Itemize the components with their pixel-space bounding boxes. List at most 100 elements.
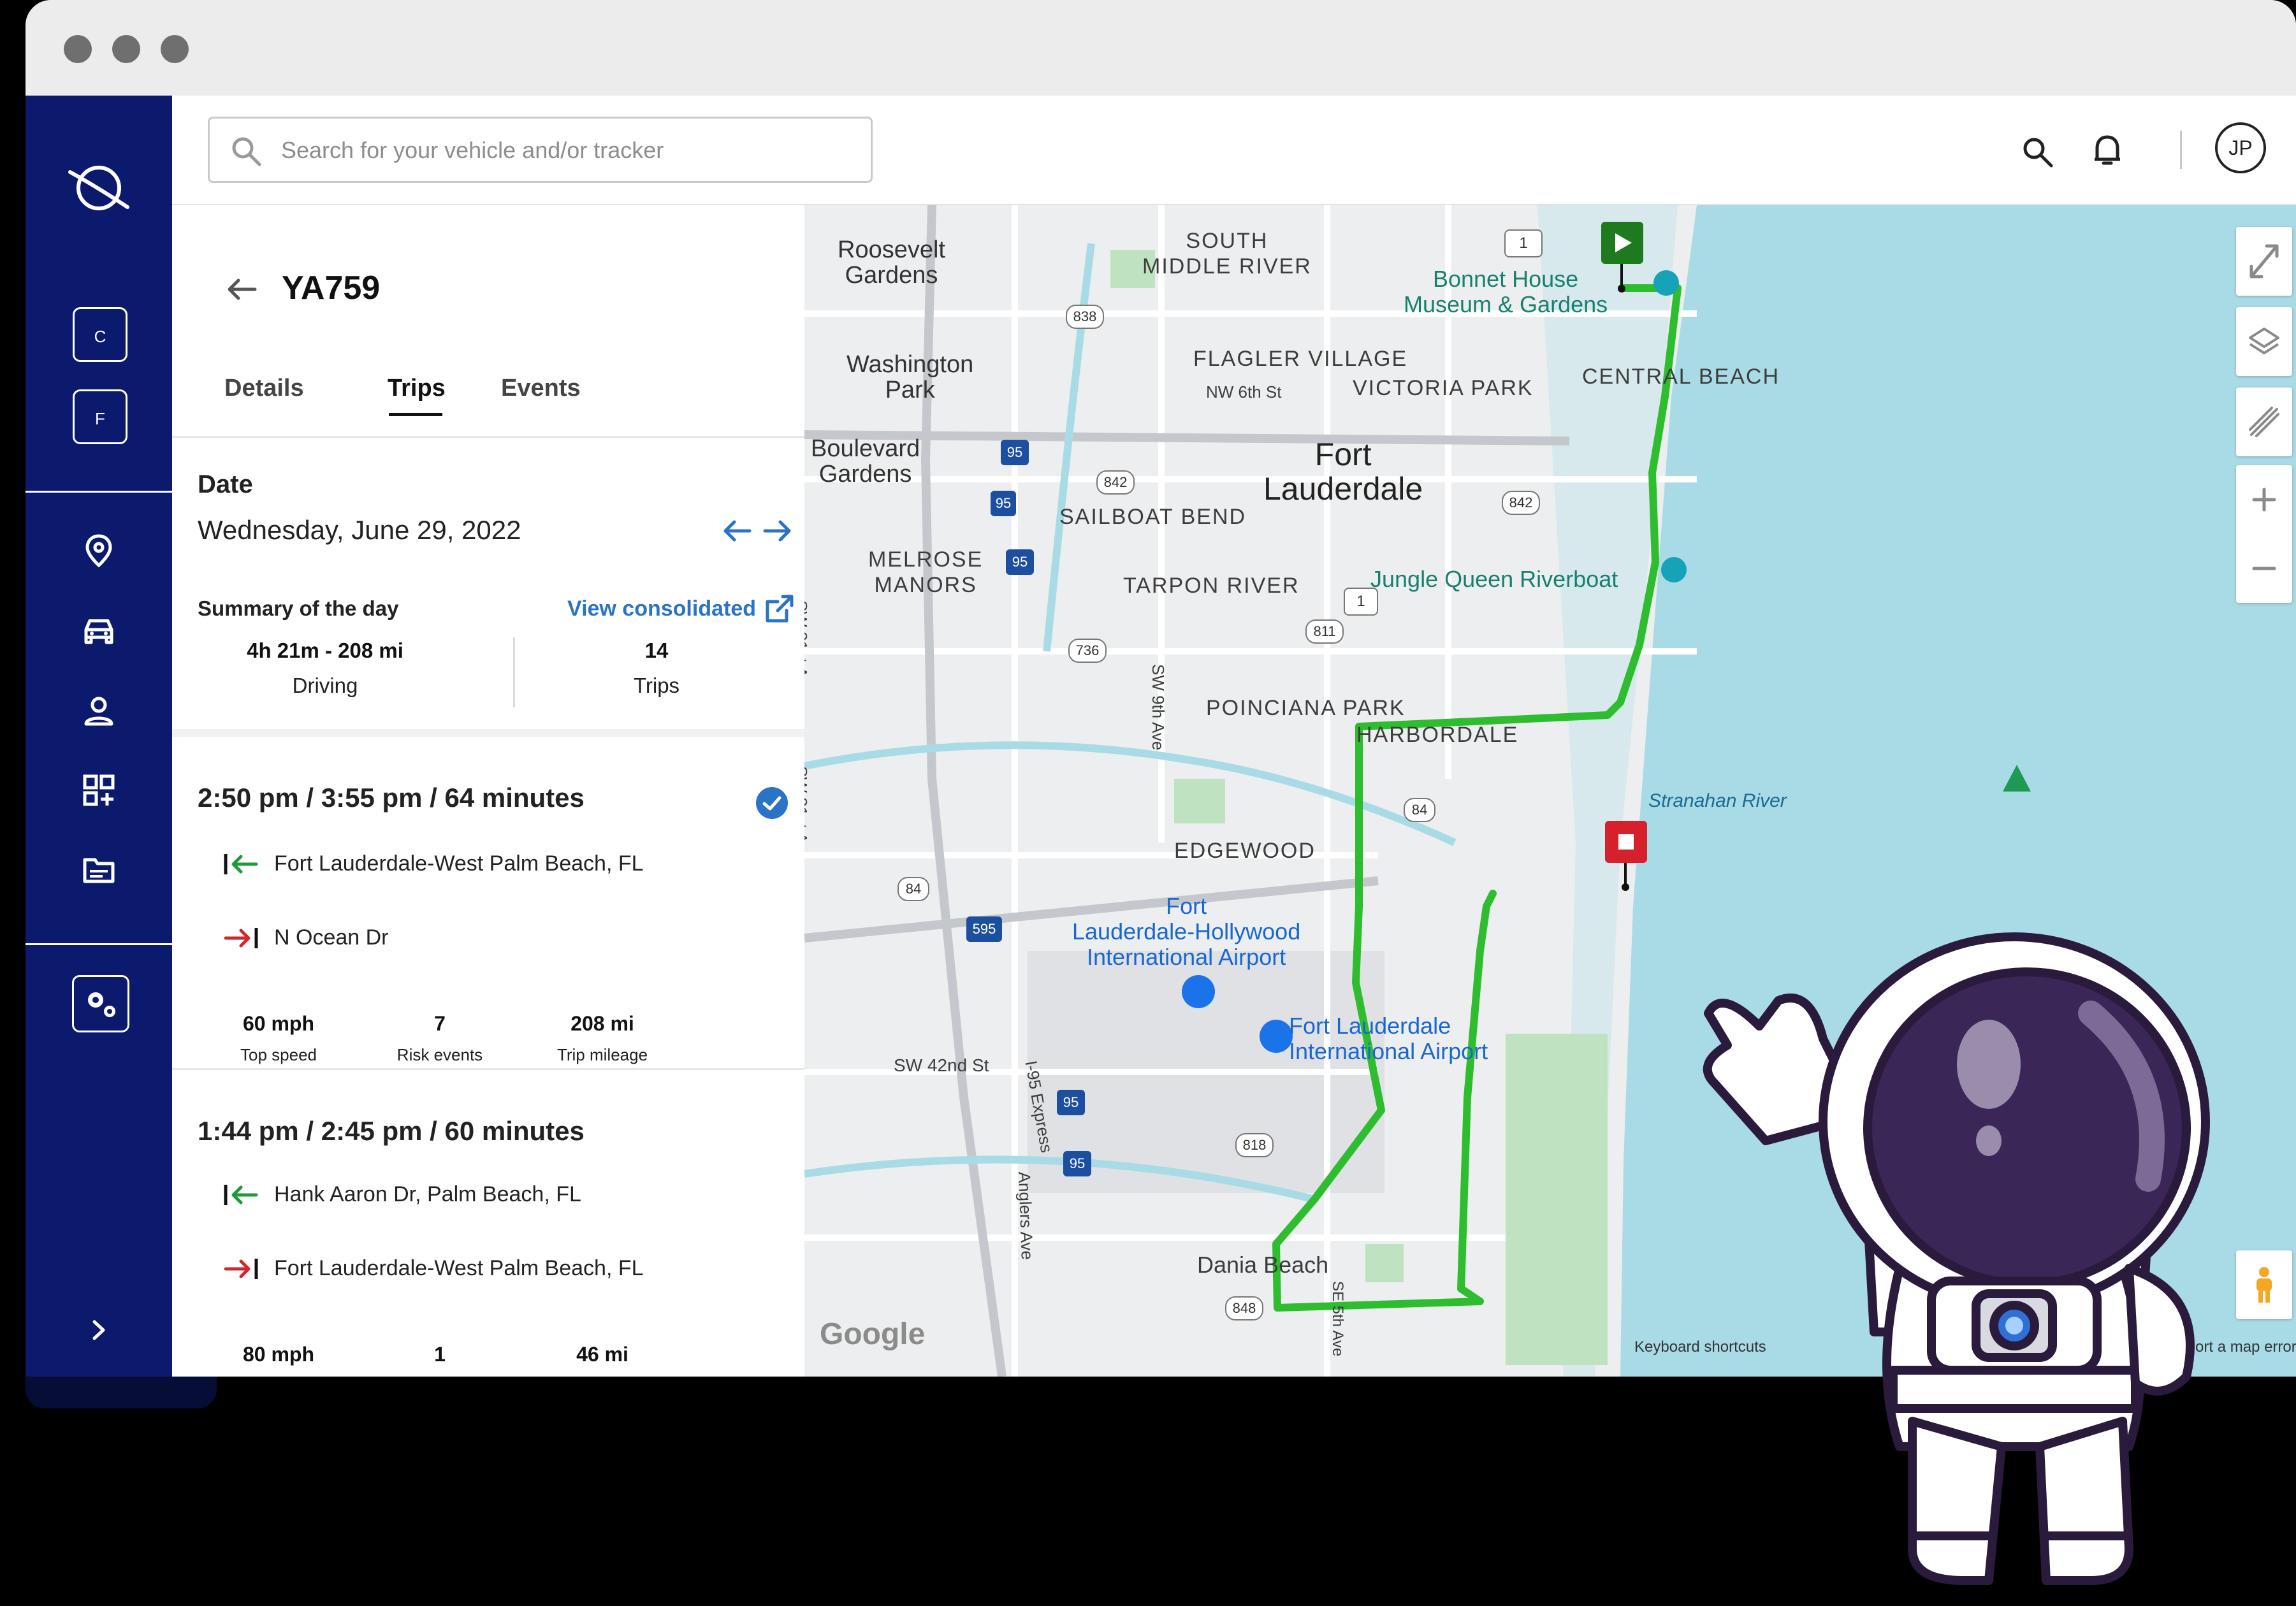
map-label-fll-intl: Fort Lauderdale International Airport bbox=[1289, 1013, 1488, 1064]
road-shield: 84 bbox=[1404, 798, 1435, 822]
road-shield: 95 bbox=[1057, 1090, 1085, 1115]
window-close-button[interactable] bbox=[64, 35, 92, 63]
search-input[interactable] bbox=[280, 130, 856, 171]
map-label-edgewood: EDGEWOOD bbox=[1174, 839, 1316, 863]
trip-origin: Fort Lauderdale-West Palm Beach, FL bbox=[274, 851, 644, 876]
map-label-central-beach: CENTRAL BEACH bbox=[1582, 365, 1780, 389]
person-icon[interactable] bbox=[80, 692, 118, 730]
map-label-anglers: Anglers Ave bbox=[1015, 1171, 1037, 1261]
fullscreen-icon bbox=[2249, 244, 2279, 279]
bell-icon[interactable] bbox=[2089, 131, 2125, 170]
summary-trips-value: 14 bbox=[644, 639, 669, 662]
summary-divider bbox=[513, 637, 515, 707]
map-label-boulevard-gardens: Boulevard Gardens bbox=[811, 435, 920, 488]
date-value: Wednesday, June 29, 2022 bbox=[198, 515, 521, 545]
road-shield: 838 bbox=[1066, 305, 1104, 329]
road-shield: 84 bbox=[897, 877, 929, 901]
road-shield: 818 bbox=[1235, 1133, 1274, 1157]
next-day-arrow-icon[interactable] bbox=[761, 515, 793, 547]
view-consolidated-link[interactable]: View consolidated bbox=[567, 597, 756, 621]
search-icon bbox=[232, 137, 261, 166]
map-label-poinciana-park: POINCIANA PARK bbox=[1206, 696, 1406, 720]
trip-risk-events-label: Risk events bbox=[396, 1045, 483, 1064]
road-shield: 1 bbox=[1504, 229, 1543, 257]
external-link-icon[interactable] bbox=[764, 593, 796, 625]
trip-mileage: 208 mi bbox=[570, 1012, 634, 1035]
trip-time: 1:44 pm / 2:45 pm / 60 minutes bbox=[198, 1116, 585, 1146]
map-label-dania-beach: Dania Beach bbox=[1197, 1252, 1329, 1278]
airport-pin-icon[interactable] bbox=[1260, 1020, 1293, 1053]
settings-gears-icon[interactable] bbox=[72, 975, 129, 1032]
fullscreen-button[interactable] bbox=[2236, 227, 2292, 296]
road-shield: 811 bbox=[1305, 619, 1344, 644]
workspace-f-button[interactable]: F bbox=[73, 389, 127, 444]
topbar-divider bbox=[2180, 131, 2182, 169]
top-bar: JP bbox=[172, 96, 2296, 205]
window-minimize-button[interactable] bbox=[112, 35, 140, 63]
date-label: Date bbox=[198, 470, 253, 498]
layers-icon bbox=[2249, 328, 2279, 354]
measure-button[interactable] bbox=[2236, 387, 2292, 456]
zoom-out-button[interactable] bbox=[2236, 534, 2292, 603]
road-shield: 848 bbox=[1225, 1296, 1263, 1320]
map-label-sw42: SW 42nd St bbox=[894, 1055, 989, 1075]
trip-mileage-label: Trip mileage bbox=[556, 1045, 648, 1064]
departure-arrow-icon bbox=[223, 1181, 259, 1209]
astronaut-illustration bbox=[1703, 932, 2210, 1585]
map-label-sw31-a: SW 31st Ave bbox=[804, 600, 811, 695]
measure-icon bbox=[2249, 407, 2279, 437]
zoom-control bbox=[2236, 465, 2292, 603]
vehicle-title: YA759 bbox=[282, 270, 381, 307]
arrival-arrow-icon bbox=[223, 924, 259, 952]
chevron-right-icon[interactable] bbox=[83, 1314, 115, 1346]
trip-destination: Fort Lauderdale-West Palm Beach, FL bbox=[274, 1256, 644, 1280]
museum-pin-icon[interactable] bbox=[1653, 270, 1679, 296]
car-icon[interactable] bbox=[80, 612, 118, 650]
search-field[interactable] bbox=[208, 117, 873, 183]
active-tab-indicator bbox=[389, 413, 442, 416]
window-titlebar bbox=[25, 0, 2296, 96]
trip-risk-events: 7 bbox=[434, 1012, 446, 1035]
folder-icon[interactable] bbox=[80, 851, 118, 889]
planet-logo-icon[interactable] bbox=[64, 153, 134, 223]
trip-card[interactable]: 1:44 pm / 2:45 pm / 60 minutes Hank Aaro… bbox=[172, 1070, 804, 1377]
window-maximize-button[interactable] bbox=[161, 35, 189, 63]
workspace-c-button[interactable]: C bbox=[73, 307, 127, 362]
summary-trips-label: Trips bbox=[633, 674, 680, 697]
map-label-fort-lauderdale: Fort Lauderdale bbox=[1263, 437, 1423, 507]
airport-pin-icon[interactable] bbox=[1182, 975, 1215, 1008]
zoom-in-icon bbox=[2252, 488, 2276, 512]
map-label-roosevelt: Roosevelt Gardens bbox=[838, 236, 945, 289]
tab-events[interactable]: Events bbox=[501, 375, 581, 402]
map-label-sw9: SW 9th Ave bbox=[1149, 664, 1168, 751]
road-shield: 736 bbox=[1068, 639, 1107, 663]
map-label-stranahan-river: Stranahan River bbox=[1648, 790, 1787, 811]
layers-button[interactable] bbox=[2236, 307, 2292, 376]
avatar[interactable]: JP bbox=[2215, 122, 2266, 173]
apps-grid-icon[interactable] bbox=[80, 771, 118, 809]
road-shield: 1 bbox=[1344, 588, 1378, 616]
boat-pin-icon[interactable] bbox=[1661, 557, 1687, 582]
check-circle-icon[interactable] bbox=[755, 786, 788, 820]
road-shield: 842 bbox=[1096, 470, 1135, 495]
previous-day-arrow-icon[interactable] bbox=[722, 515, 753, 547]
trip-destination: N Ocean Dr bbox=[274, 925, 389, 950]
search-icon[interactable] bbox=[2019, 134, 2055, 170]
map-label-tarpon-river: TARPON RIVER bbox=[1123, 574, 1300, 598]
vehicle-panel: YA759 Details Trips Events Date Wednesda… bbox=[172, 205, 804, 1377]
back-arrow-icon[interactable] bbox=[223, 270, 261, 308]
tab-trips[interactable]: Trips bbox=[388, 375, 446, 402]
sidebar: C F bbox=[25, 96, 172, 1377]
map-label-jungle-queen: Jungle Queen Riverboat bbox=[1370, 566, 1618, 592]
zoom-in-button[interactable] bbox=[2236, 465, 2292, 534]
trip-top-speed: 80 mph bbox=[242, 1343, 315, 1366]
location-pin-icon[interactable] bbox=[80, 531, 118, 569]
sidebar-shadow bbox=[25, 1377, 217, 1408]
trip-time: 2:50 pm / 3:55 pm / 64 minutes bbox=[198, 783, 585, 813]
arrival-arrow-icon bbox=[223, 1255, 259, 1283]
map-label-sw31-b: SW 31st Ave bbox=[804, 766, 811, 861]
summary-driving-label: Driving bbox=[292, 674, 358, 697]
tab-details[interactable]: Details bbox=[224, 375, 304, 402]
trip-card[interactable]: 2:50 pm / 3:55 pm / 64 minutes Fort Laud… bbox=[172, 737, 804, 1068]
map-label-washington-park: Washington Park bbox=[846, 351, 974, 403]
